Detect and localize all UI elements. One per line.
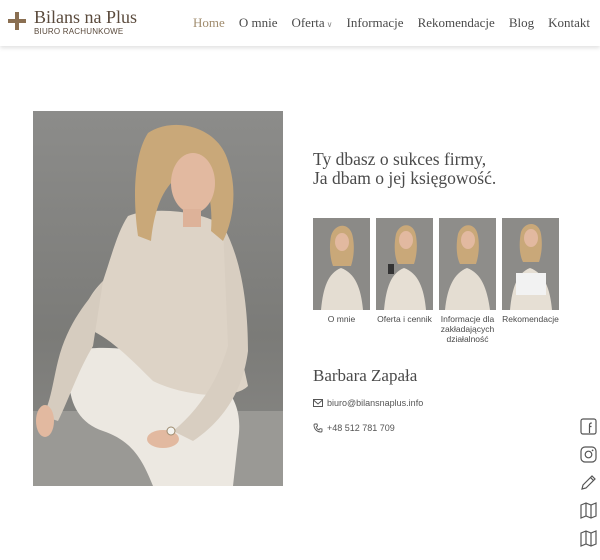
quick-links: O mnie Oferta i cennik Informacje dla za… bbox=[313, 218, 565, 344]
nav-item-kontakt[interactable]: Kontakt bbox=[548, 15, 590, 31]
nav-item-o-mnie[interactable]: O mnie bbox=[239, 15, 278, 31]
nav-item-blog[interactable]: Blog bbox=[509, 15, 534, 31]
thumb-photo bbox=[313, 218, 370, 310]
side-social-bar bbox=[580, 418, 597, 558]
thumb-label: Oferta i cennik bbox=[377, 314, 432, 324]
hero-tagline: Ty dbasz o sukces firmy, Ja dbam o jej k… bbox=[313, 150, 496, 188]
thumb-label: Rekomendacje bbox=[502, 314, 559, 324]
email-link[interactable]: biuro@bilansnaplus.info bbox=[313, 398, 423, 408]
facebook-icon[interactable] bbox=[580, 418, 597, 435]
nav-item-rekomendacje[interactable]: Rekomendacje bbox=[418, 15, 495, 31]
owner-name: Barbara Zapała bbox=[313, 366, 418, 385]
quick-link-o-mnie[interactable]: O mnie bbox=[313, 218, 370, 344]
thumb-photo bbox=[439, 218, 496, 310]
hero-portrait-photo bbox=[33, 111, 283, 486]
logo-mark-icon bbox=[8, 12, 26, 30]
email-text: biuro@bilansnaplus.info bbox=[327, 398, 424, 408]
quick-link-rekomendacje[interactable]: Rekomendacje bbox=[502, 218, 559, 344]
email-icon bbox=[313, 399, 323, 407]
main-nav: Home O mnie Oferta ∨ Informacje Rekomenda… bbox=[179, 15, 590, 31]
phone-link[interactable]: +48 512 781 709 bbox=[313, 423, 395, 433]
map-icon[interactable] bbox=[580, 502, 597, 519]
nav-item-home[interactable]: Home bbox=[193, 15, 225, 31]
tagline-line-1: Ty dbasz o sukces firmy, bbox=[313, 149, 487, 169]
thumb-photo bbox=[376, 218, 433, 310]
quick-link-informacje[interactable]: Informacje dla zakładających działalność bbox=[439, 218, 496, 344]
quick-link-oferta[interactable]: Oferta i cennik bbox=[376, 218, 433, 344]
thumb-label: O mnie bbox=[327, 314, 356, 324]
nav-item-oferta[interactable]: Oferta ∨ bbox=[291, 15, 332, 31]
instagram-icon[interactable] bbox=[580, 446, 597, 463]
thumb-photo bbox=[502, 218, 559, 310]
phone-icon bbox=[313, 423, 323, 433]
brand-subtitle: BIURO RACHUNKOWE bbox=[34, 27, 124, 36]
logo[interactable]: Bilans na Plus BIURO RACHUNKOWE bbox=[8, 8, 137, 36]
brand-title: Bilans na Plus bbox=[34, 7, 138, 27]
map-icon[interactable] bbox=[580, 530, 597, 547]
nav-item-oferta-label: Oferta bbox=[291, 15, 325, 30]
site-header: Bilans na Plus BIURO RACHUNKOWE Home O m… bbox=[0, 0, 600, 46]
phone-text: +48 512 781 709 bbox=[327, 423, 395, 433]
pencil-icon[interactable] bbox=[580, 474, 597, 491]
thumb-label: Informacje dla zakładających działalność bbox=[440, 314, 495, 344]
chevron-down-icon: ∨ bbox=[326, 20, 333, 29]
tagline-line-2: Ja dbam o jej księgowość. bbox=[313, 168, 497, 188]
nav-item-informacje[interactable]: Informacje bbox=[347, 15, 404, 31]
